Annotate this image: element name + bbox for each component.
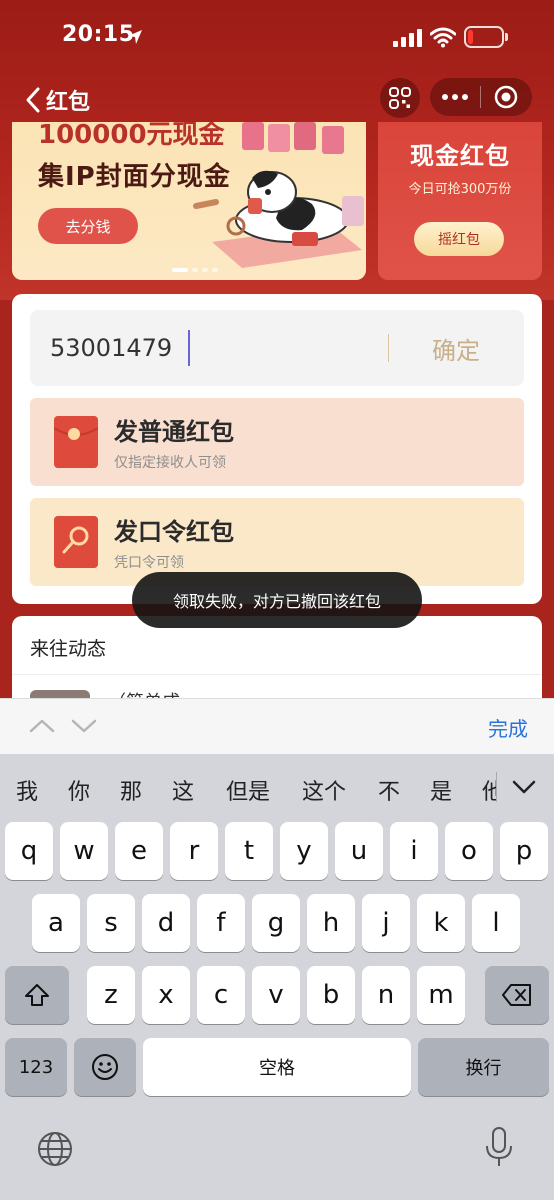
shake-button[interactable]: 摇红包	[414, 222, 504, 256]
text-cursor	[188, 330, 190, 366]
key-h[interactable]: h	[307, 894, 355, 952]
candidate-word[interactable]: 那	[120, 774, 142, 806]
candidate-bar: 我 你 那 这 但是 这个 不 是 他	[0, 754, 554, 824]
input-divider	[388, 334, 389, 362]
battery-level	[468, 30, 473, 44]
key-l[interactable]: l	[472, 894, 520, 952]
nav-bar: 红包	[0, 76, 554, 122]
key-d[interactable]: d	[142, 894, 190, 952]
status-bar: 20:15	[0, 0, 554, 76]
chevron-left-icon	[26, 87, 40, 113]
key-v[interactable]: v	[252, 966, 300, 1024]
key-z[interactable]: z	[87, 966, 135, 1024]
location-arrow-icon	[128, 30, 142, 44]
key-q[interactable]: q	[5, 822, 53, 880]
more-button[interactable]	[430, 78, 480, 116]
wifi-icon	[430, 27, 456, 48]
shift-key[interactable]	[5, 966, 69, 1024]
candidate-divider	[496, 772, 497, 802]
key-y[interactable]: y	[280, 822, 328, 880]
scan-code-button[interactable]	[380, 78, 420, 118]
key-f[interactable]: f	[197, 894, 245, 952]
key-m[interactable]: m	[417, 966, 465, 1024]
option-subtitle: 仅指定接收人可领	[114, 455, 226, 471]
dog-illustration	[193, 122, 364, 268]
carousel-indicator	[172, 268, 218, 272]
key-x[interactable]: x	[142, 966, 190, 1024]
candidate-word[interactable]: 但是	[226, 774, 270, 806]
confirm-button[interactable]: 确定	[410, 328, 502, 368]
back-button[interactable]: 红包	[24, 82, 90, 118]
key-t[interactable]: t	[225, 822, 273, 880]
candidate-word[interactable]: 这	[172, 774, 194, 806]
key-s[interactable]: s	[87, 894, 135, 952]
key-k[interactable]: k	[417, 894, 465, 952]
key-n[interactable]: n	[362, 966, 410, 1024]
candidate-word[interactable]: 我	[16, 774, 38, 806]
red-packet-card: 确定 发普通红包 仅指定接收人可领 发口令红包 凭口令可领	[12, 294, 542, 604]
delete-key[interactable]	[485, 966, 549, 1024]
status-time: 20:15	[62, 22, 135, 47]
numbers-key[interactable]: 123	[5, 1038, 67, 1096]
key-o[interactable]: o	[445, 822, 493, 880]
candidate-word-clipped[interactable]: 他	[482, 774, 496, 804]
backspace-icon	[502, 984, 531, 1006]
split-cash-button[interactable]: 去分钱	[38, 208, 138, 244]
key-i[interactable]: i	[390, 822, 438, 880]
send-normal-packet-option[interactable]: 发普通红包 仅指定接收人可领	[30, 398, 524, 486]
error-toast: 领取失败，对方已撤回该红包	[132, 572, 422, 628]
red-envelope-icon	[54, 416, 98, 468]
key-u[interactable]: u	[335, 822, 383, 880]
chevron-up-icon[interactable]	[28, 715, 56, 737]
cash-banner-title: 现金红包	[410, 142, 510, 170]
close-miniprogram-button[interactable]	[481, 78, 531, 116]
cash-banner-subtitle: 今日可抢300万份	[408, 182, 512, 197]
chevron-down-icon[interactable]	[70, 715, 98, 737]
promo-banner-cash[interactable]: 现金红包 今日可抢300万份 摇红包	[378, 122, 542, 280]
candidate-word[interactable]: 不	[378, 774, 400, 806]
more-dots-icon	[442, 94, 468, 100]
activity-title: 来往动态	[30, 638, 107, 660]
chevron-down-icon[interactable]	[510, 776, 538, 798]
key-e[interactable]: e	[115, 822, 163, 880]
divider	[12, 674, 542, 675]
option-subtitle: 凭口令可领	[114, 555, 184, 571]
emoji-smile-icon	[92, 1054, 118, 1080]
key-j[interactable]: j	[362, 894, 410, 952]
miniprogram-capsule	[430, 78, 532, 116]
candidate-word[interactable]: 你	[68, 774, 90, 806]
key-envelope-icon	[54, 516, 98, 568]
key-a[interactable]: a	[32, 894, 80, 952]
return-key[interactable]: 换行	[418, 1038, 549, 1096]
key-g[interactable]: g	[252, 894, 300, 952]
option-title: 发口令红包	[114, 518, 234, 546]
scan-code-icon	[389, 87, 411, 109]
microphone-icon[interactable]	[484, 1126, 514, 1168]
nav-title: 红包	[46, 90, 91, 115]
option-title: 发普通红包	[114, 418, 234, 446]
candidate-word[interactable]: 是	[430, 774, 452, 806]
key-w[interactable]: w	[60, 822, 108, 880]
red-packet-code-input[interactable]	[50, 328, 390, 368]
cellular-signal-icon	[393, 29, 422, 47]
key-p[interactable]: p	[500, 822, 548, 880]
candidate-word[interactable]: 这个	[302, 774, 346, 806]
globe-icon[interactable]	[36, 1130, 74, 1168]
key-c[interactable]: c	[197, 966, 245, 1024]
keyboard: 我 你 那 这 但是 这个 不 是 他 q w e r t y u i o p …	[0, 754, 554, 1200]
target-close-icon	[494, 85, 518, 109]
battery-icon	[464, 26, 508, 48]
promo-banner-cover[interactable]: 100000元现金 集IP封面分现金 去分钱	[12, 122, 366, 280]
done-button[interactable]: 完成	[488, 713, 528, 742]
key-r[interactable]: r	[170, 822, 218, 880]
emoji-key[interactable]	[74, 1038, 136, 1096]
space-key[interactable]: 空格	[143, 1038, 411, 1096]
shift-arrow-icon	[25, 984, 49, 1006]
code-input-box: 确定	[30, 310, 524, 386]
key-b[interactable]: b	[307, 966, 355, 1024]
keyboard-accessory-bar: 完成	[0, 698, 554, 754]
